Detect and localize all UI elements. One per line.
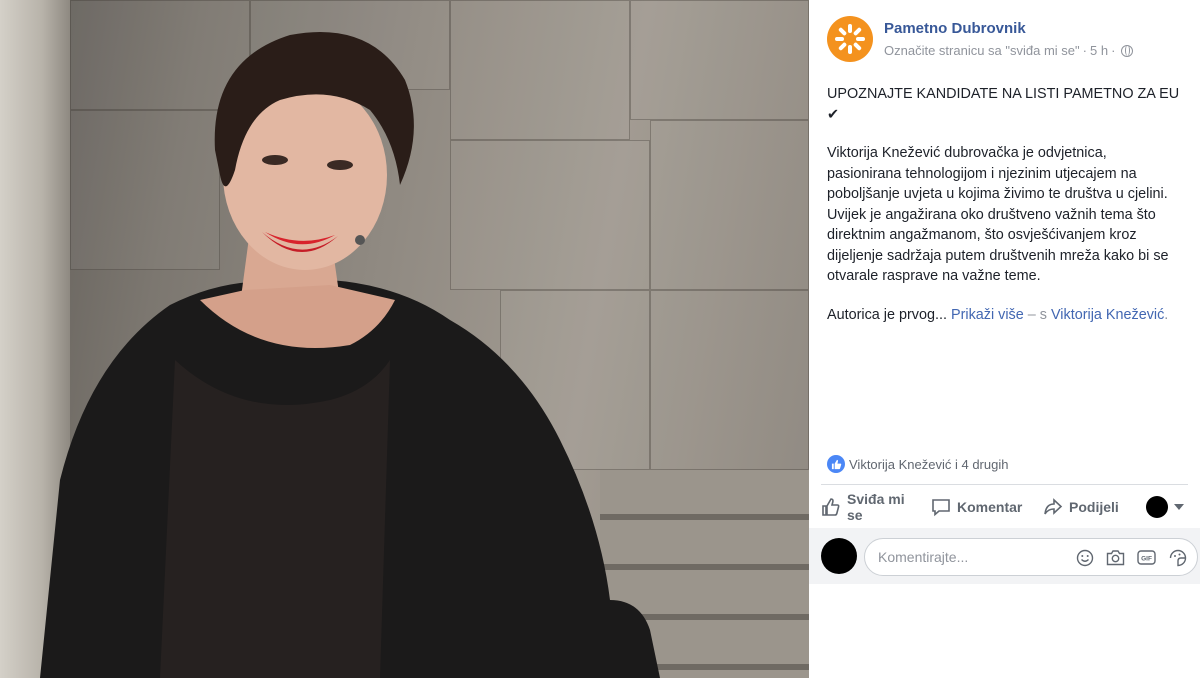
thumbs-up-icon bbox=[822, 498, 840, 516]
speech-bubble-icon bbox=[932, 499, 950, 517]
camera-icon[interactable] bbox=[1106, 548, 1125, 567]
chevron-down-icon bbox=[1174, 504, 1184, 510]
share-button[interactable]: Podijeli bbox=[1043, 497, 1146, 517]
sun-icon bbox=[835, 24, 865, 54]
thumbs-up-icon bbox=[827, 455, 845, 473]
gif-icon[interactable]: GIF bbox=[1137, 548, 1156, 567]
reactions-summary[interactable]: Viktorija Knežević i 4 drugih bbox=[827, 455, 1008, 473]
comment-input[interactable]: Komentirajte... GIF bbox=[864, 538, 1198, 576]
woman-portrait bbox=[40, 32, 660, 678]
comment-button[interactable]: Komentar bbox=[931, 497, 1043, 517]
period: . bbox=[1164, 306, 1169, 323]
post-meta: Označite stranicu sa "sviđa mi se" · 5 h… bbox=[884, 43, 1134, 58]
post-actions: Sviđa mi se Komentar Podijeli bbox=[821, 490, 1188, 524]
with-separator: – s bbox=[1027, 306, 1047, 323]
post-truncated-text: Autorica je prvog... bbox=[827, 306, 947, 323]
comment-placeholder: Komentirajte... bbox=[878, 549, 969, 565]
page-name-link[interactable]: Pametno Dubrovnik bbox=[884, 20, 1133, 37]
globe-icon[interactable] bbox=[1121, 44, 1134, 57]
comment-button-label: Komentar bbox=[957, 499, 1023, 515]
tagged-person-link[interactable]: Viktorija Knežević bbox=[1051, 307, 1164, 323]
post-panel: Pametno Dubrovnik Označite stranicu sa "… bbox=[809, 0, 1200, 678]
like-page-link[interactable]: Označite stranicu sa "sviđa mi se" bbox=[884, 43, 1080, 58]
see-more-link[interactable]: Prikaži više bbox=[951, 307, 1024, 323]
comment-area: Komentirajte... GIF bbox=[809, 528, 1200, 584]
meta-separator: · bbox=[1082, 43, 1087, 58]
post-text: UPOZNAJTE KANDIDATE NA LISTI PAMETNO ZA … bbox=[827, 84, 1183, 343]
check-mark-icon: ✔ bbox=[827, 106, 840, 123]
page-avatar[interactable] bbox=[827, 16, 873, 62]
post-title-line: UPOZNAJTE KANDIDATE NA LISTI PAMETNO ZA … bbox=[827, 86, 1180, 102]
svg-text:GIF: GIF bbox=[1141, 556, 1152, 563]
audience-selector[interactable] bbox=[1146, 496, 1184, 518]
divider bbox=[821, 484, 1188, 485]
post-photo[interactable] bbox=[0, 0, 809, 678]
post-timestamp[interactable]: 5 h bbox=[1090, 43, 1108, 58]
commenter-avatar bbox=[821, 538, 857, 574]
meta-separator: · bbox=[1111, 43, 1116, 58]
like-button-label: Sviđa mi se bbox=[847, 491, 905, 523]
emoji-icon[interactable] bbox=[1075, 548, 1094, 567]
sticker-icon[interactable] bbox=[1168, 548, 1187, 567]
avatar bbox=[1146, 496, 1168, 518]
reactions-text: Viktorija Knežević i 4 drugih bbox=[849, 456, 1009, 472]
share-button-label: Podijeli bbox=[1069, 499, 1119, 515]
post-body: Viktorija Knežević dubrovačka je odvjetn… bbox=[827, 145, 1169, 284]
like-button[interactable]: Sviđa mi se bbox=[821, 491, 931, 523]
share-arrow-icon bbox=[1044, 498, 1063, 515]
post-header: Pametno Dubrovnik Označite stranicu sa "… bbox=[827, 16, 1134, 62]
